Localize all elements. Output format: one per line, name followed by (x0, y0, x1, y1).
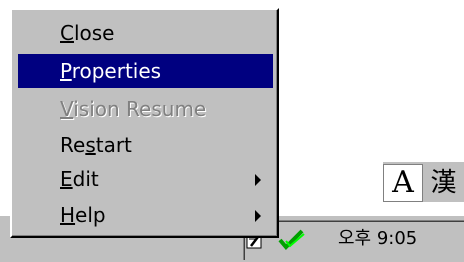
menu-item-mnemonic: V (60, 97, 74, 121)
menu-item-mnemonic: C (60, 21, 74, 45)
menu-item-mnemonic: P (60, 59, 72, 83)
menu-item-mnemonic: H (60, 203, 76, 227)
menu-item-close[interactable]: Close (18, 16, 273, 50)
menu-item-properties[interactable]: Properties (18, 54, 273, 88)
menu-item-label: Re (60, 133, 86, 157)
menu-item-label: ision Resume (73, 97, 207, 121)
menu-item-mnemonic: s (85, 133, 96, 157)
submenu-arrow-icon (255, 174, 261, 186)
menu-item-mnemonic: E (60, 167, 73, 191)
menu-item-label: dit (72, 167, 99, 191)
menu-item-label: roperties (71, 59, 162, 83)
ime-mode-button[interactable]: A (383, 164, 423, 202)
menu-item-label: elp (75, 203, 106, 227)
context-menu: Close Properties Vision Resume Restart E… (10, 8, 279, 238)
taskbar-clock[interactable]: 오후 9:05 (338, 226, 417, 252)
submenu-arrow-icon (255, 210, 261, 222)
menu-item-vision-resume: Vision Resume (18, 92, 273, 126)
menu-item-restart[interactable]: Restart (18, 128, 273, 162)
menu-item-label: tart (95, 133, 132, 157)
menu-item-edit[interactable]: Edit (18, 162, 273, 196)
checkmark-tray-icon[interactable] (276, 228, 308, 250)
menu-item-label: lose (73, 21, 115, 45)
ime-hanja-button[interactable]: 漢 (423, 164, 464, 202)
menu-item-help[interactable]: Help (18, 198, 273, 232)
